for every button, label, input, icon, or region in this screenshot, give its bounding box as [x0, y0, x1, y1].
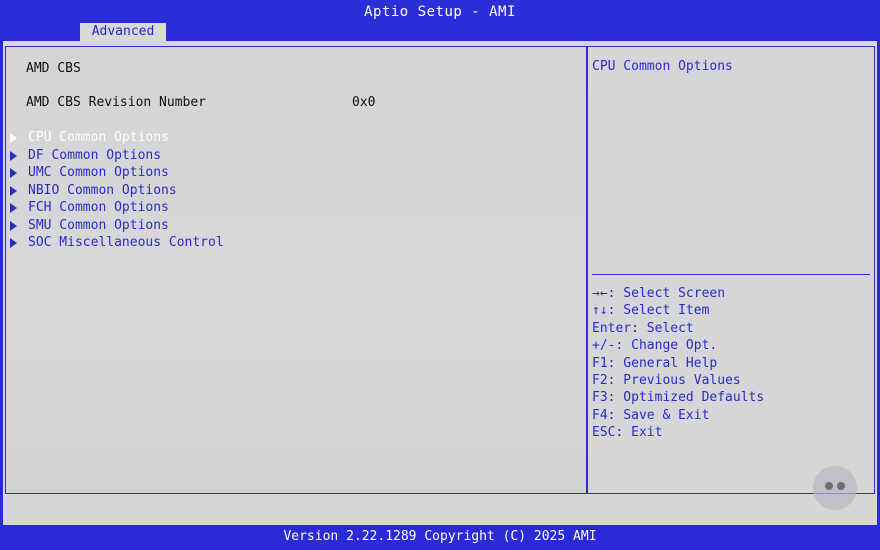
bios-screen: Aptio Setup - AMI Advanced AMD CBS AMD C… [0, 0, 880, 550]
submenu-arrow-icon [10, 186, 17, 196]
tab-advanced[interactable]: Advanced [80, 23, 166, 41]
revision-label: AMD CBS Revision Number [26, 95, 207, 110]
key-hint-optimized-defaults: F3: Optimized Defaults [592, 390, 765, 405]
submenu-arrow-icon [10, 151, 17, 161]
help-description: CPU Common Options [592, 59, 733, 74]
key-hint-enter: Enter: Select [592, 321, 694, 336]
title-bar: Aptio Setup - AMI Advanced [0, 0, 880, 41]
menu-item-label: DF Common Options [28, 148, 162, 163]
menu-item-label: SMU Common Options [28, 218, 169, 233]
section-heading: AMD CBS [26, 61, 81, 76]
status-bar: Version 2.22.1289 Copyright (C) 2025 AMI [0, 525, 880, 550]
watermark-eye-icon [825, 482, 833, 490]
submenu-arrow-icon [10, 221, 17, 231]
key-hint-select-item: ↑↓: Select Item [592, 303, 710, 318]
key-hint-esc-exit: ESC: Exit [592, 425, 663, 440]
key-hint-change-opt: +/-: Change Opt. [592, 338, 718, 353]
key-hint-save-exit: F4: Save & Exit [592, 408, 710, 423]
watermark-eye-icon [837, 482, 845, 490]
menu-item-label: CPU Common Options [28, 130, 169, 145]
help-divider [592, 274, 870, 275]
key-hint-select-screen: →←: Select Screen [592, 286, 726, 301]
menu-item-label: NBIO Common Options [28, 183, 177, 198]
submenu-arrow-icon [10, 203, 17, 213]
menu-item-label: SOC Miscellaneous Control [28, 235, 224, 250]
help-pane: CPU Common Options →←: Select Screen ↑↓:… [587, 46, 875, 494]
content-area: AMD CBS AMD CBS Revision Number 0x0 CPU … [3, 41, 877, 525]
watermark-logo-icon [813, 466, 857, 510]
key-hint-previous-values: F2: Previous Values [592, 373, 741, 388]
submenu-arrow-icon [10, 168, 17, 178]
app-title: Aptio Setup - AMI [364, 4, 516, 20]
settings-pane: AMD CBS AMD CBS Revision Number 0x0 CPU … [5, 46, 587, 494]
version-text: Version 2.22.1289 Copyright (C) 2025 AMI [283, 529, 597, 544]
revision-value: 0x0 [352, 95, 376, 110]
menu-item-label: UMC Common Options [28, 165, 169, 180]
key-hint-general-help: F1: General Help [592, 356, 718, 371]
menu-item-label: FCH Common Options [28, 200, 169, 215]
submenu-arrow-icon [10, 238, 17, 248]
submenu-arrow-icon [10, 133, 17, 143]
